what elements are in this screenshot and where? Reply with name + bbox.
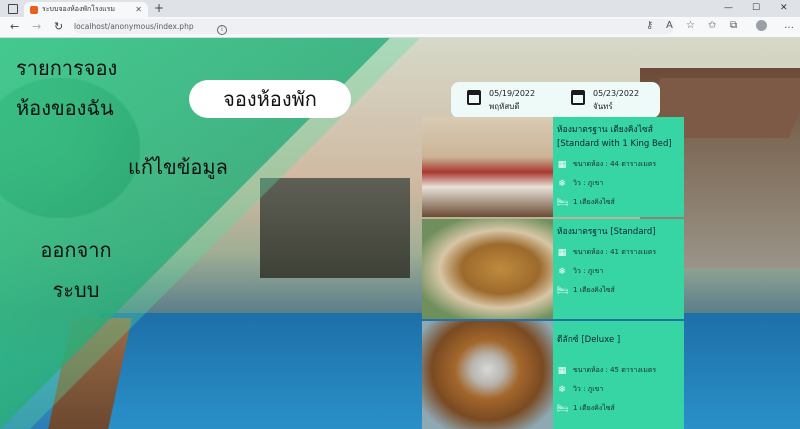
back-icon[interactable]: ← bbox=[10, 20, 19, 33]
room-card[interactable]: ห้องมาตรฐาน เตียงคิงไซส์ [Standard with … bbox=[422, 117, 684, 217]
maximize-icon[interactable]: ☐ bbox=[752, 3, 760, 13]
checkin-date-value: 05/19/2022 bbox=[489, 89, 536, 98]
checkin-date[interactable]: 05/19/2022 พฤหัสบดี bbox=[467, 87, 535, 113]
collections-icon[interactable]: ⧉ bbox=[730, 20, 737, 31]
browser-tab[interactable]: ระบบจองห้องพักโรงแรม ✕ bbox=[24, 2, 148, 17]
checkout-date[interactable]: 05/23/2022 จันทร์ bbox=[571, 87, 639, 113]
room-title: ดีลักซ์ [Deluxe ] bbox=[557, 335, 621, 345]
browser-tab-bar: ระบบจองห้องพักโรงแรม ✕ + — ☐ ✕ bbox=[0, 0, 800, 17]
my-bookings-link[interactable]: รายการจอง ห้องของฉัน bbox=[16, 48, 166, 128]
room-view: วิว : ภูเขา bbox=[573, 267, 604, 275]
more-menu-icon[interactable]: … bbox=[784, 20, 794, 31]
checkout-date-value: 05/23/2022 bbox=[593, 89, 640, 98]
snowflake-icon: ❄ bbox=[558, 384, 566, 395]
favorites-list-icon[interactable]: ✩ bbox=[708, 20, 716, 31]
site-favicon-icon bbox=[30, 5, 38, 14]
url-text: localhost/anonymous/index.php bbox=[74, 22, 194, 31]
my-bookings-line2: ห้องของฉัน bbox=[16, 96, 114, 120]
bed-icon: 🛏 bbox=[557, 403, 569, 414]
room-card[interactable]: ดีลักซ์ [Deluxe ] ▦ ขนาดห้อง : 45 ตารางเม… bbox=[422, 321, 684, 429]
url-input[interactable]: i localhost/anonymous/index.php bbox=[74, 19, 674, 35]
room-photo bbox=[422, 321, 553, 429]
room-size: ขนาดห้อง : 41 ตารางเมตร bbox=[573, 248, 657, 256]
refresh-icon[interactable]: ↻ bbox=[54, 20, 63, 33]
book-room-button[interactable]: จองห้องพัก bbox=[189, 80, 351, 118]
bed-icon: 🛏 bbox=[557, 285, 569, 296]
checkin-day: พฤหัสบดี bbox=[489, 102, 520, 111]
room-size: ขนาดห้อง : 44 ตารางเมตร bbox=[573, 160, 657, 168]
address-bar-row: ← → ↻ i localhost/anonymous/index.php ⚷ … bbox=[0, 17, 800, 38]
room-size: ขนาดห้อง : 45 ตารางเมตร bbox=[573, 366, 657, 374]
calendar-icon bbox=[571, 90, 585, 105]
checkout-day: จันทร์ bbox=[593, 102, 613, 111]
bed-icon: 🛏 bbox=[557, 197, 569, 208]
room-card[interactable]: ห้องมาตรฐาน [Standard] ▦ ขนาดห้อง : 41 ตา… bbox=[422, 219, 684, 319]
close-window-icon[interactable]: ✕ bbox=[780, 3, 788, 13]
logout-link[interactable]: ออกจาก ระบบ bbox=[36, 230, 116, 310]
tab-actions-icon[interactable] bbox=[8, 4, 18, 14]
new-tab-icon[interactable]: + bbox=[154, 2, 164, 14]
snowflake-icon: ❄ bbox=[558, 266, 566, 277]
hotel-booking-page: รายการจอง ห้องของฉัน แก้ไขข้อมูล ออกจาก … bbox=[0, 38, 800, 429]
logout-line2: ระบบ bbox=[52, 278, 100, 302]
profile-avatar[interactable] bbox=[756, 20, 767, 31]
room-bed: 1 เตียงคิงไซส์ bbox=[573, 404, 615, 412]
room-view: วิว : ภูเขา bbox=[573, 179, 604, 187]
room-bed: 1 เตียงคิงไซส์ bbox=[573, 198, 615, 206]
my-bookings-line1: รายการจอง bbox=[16, 56, 118, 80]
background-wall bbox=[260, 178, 410, 278]
date-range-picker[interactable]: 05/19/2022 พฤหัสบดี 05/23/2022 จันทร์ bbox=[451, 82, 660, 118]
edit-profile-link[interactable]: แก้ไขข้อมูล bbox=[128, 151, 228, 183]
room-bed: 1 เตียงคิงไซส์ bbox=[573, 286, 615, 294]
close-tab-icon[interactable]: ✕ bbox=[135, 5, 142, 14]
room-size-icon: ▦ bbox=[557, 247, 567, 258]
room-title: ห้องมาตรฐาน [Standard] bbox=[557, 227, 656, 237]
calendar-icon bbox=[467, 90, 481, 105]
read-aloud-icon[interactable]: A bbox=[666, 20, 673, 31]
room-photo bbox=[422, 117, 553, 217]
room-view: วิว : ภูเขา bbox=[573, 385, 604, 393]
favorite-icon[interactable]: ☆ bbox=[686, 20, 695, 31]
logout-line1: ออกจาก bbox=[40, 238, 112, 262]
room-photo bbox=[422, 219, 553, 319]
key-icon[interactable]: ⚷ bbox=[646, 20, 653, 31]
room-size-icon: ▦ bbox=[557, 159, 567, 170]
room-title: ห้องมาตรฐาน เตียงคิงไซส์ [Standard with … bbox=[557, 125, 672, 149]
room-size-icon: ▦ bbox=[557, 365, 567, 376]
forward-icon[interactable]: → bbox=[32, 20, 41, 33]
snowflake-icon: ❄ bbox=[558, 178, 566, 189]
minimize-icon[interactable]: — bbox=[724, 3, 733, 13]
site-info-icon[interactable]: i bbox=[217, 25, 227, 35]
tab-title: ระบบจองห้องพักโรงแรม bbox=[42, 5, 116, 13]
